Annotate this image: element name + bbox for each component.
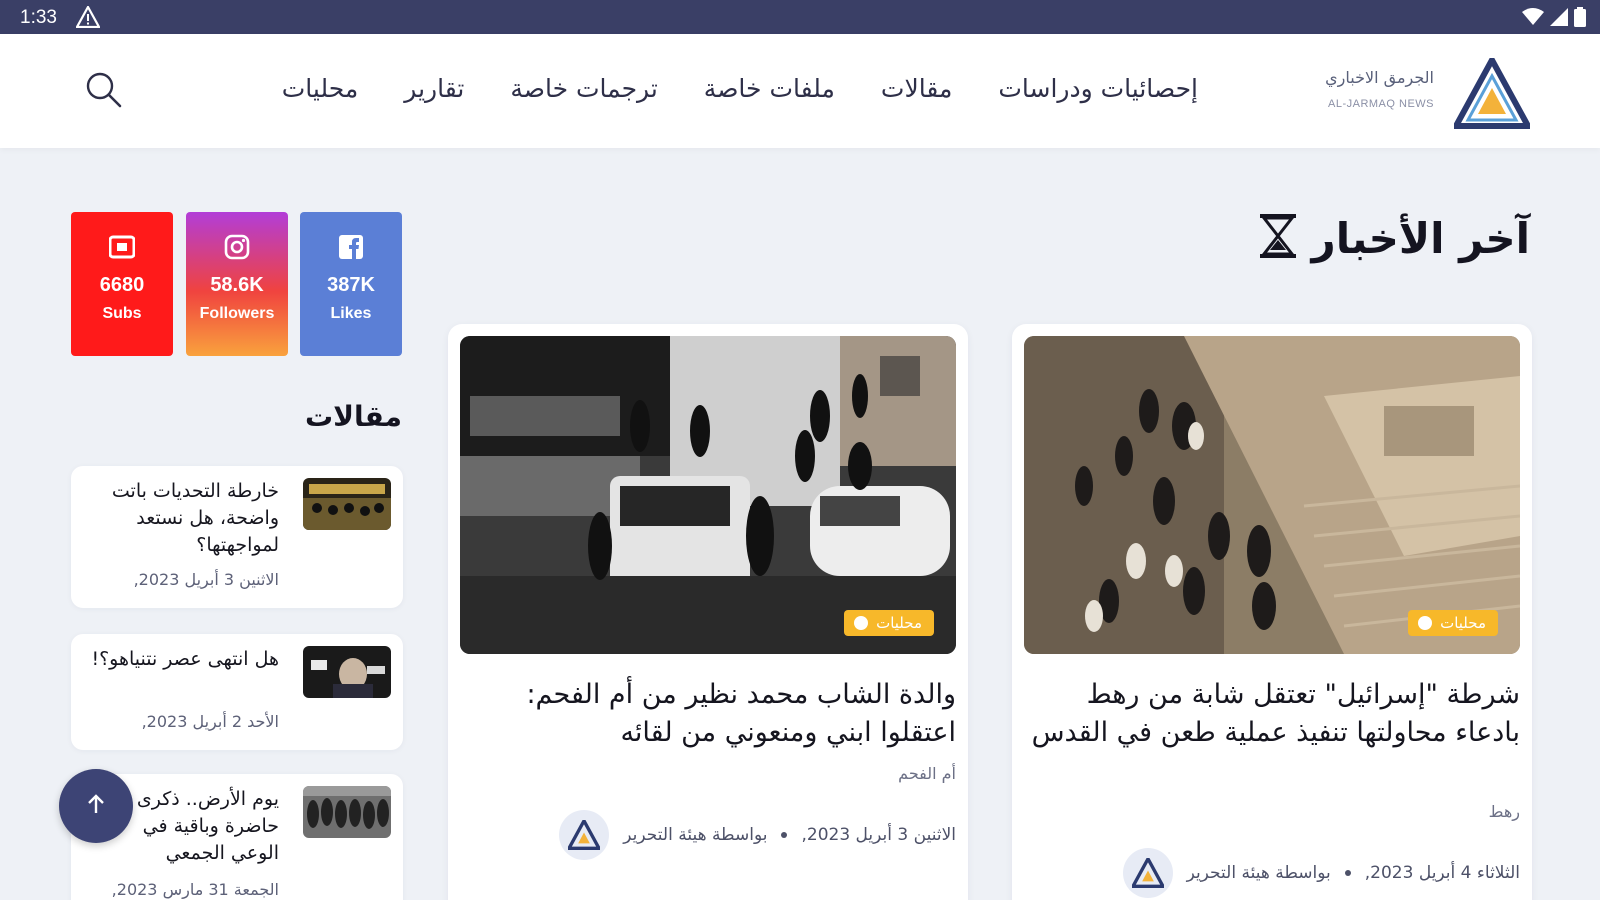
article-title[interactable]: شرطة "إسرائيل" تعتقل شابة من رهط بادعاء … bbox=[1024, 676, 1520, 752]
sidebar-article[interactable]: خارطة التحديات باتت واضحة، هل نستعد لموا… bbox=[71, 466, 403, 608]
search-icon[interactable] bbox=[84, 70, 124, 110]
hourglass-icon bbox=[1258, 212, 1298, 264]
nav-item-articles[interactable]: مقالات bbox=[881, 74, 952, 103]
instagram-count: 58.6K bbox=[210, 274, 264, 296]
article-image[interactable]: محليات bbox=[460, 336, 956, 654]
article-thumbnail[interactable] bbox=[303, 786, 391, 838]
battery-icon bbox=[1574, 7, 1586, 31]
status-bar: 1:33 bbox=[0, 0, 1600, 34]
wifi-icon bbox=[1522, 8, 1544, 30]
scroll-to-top-button[interactable] bbox=[59, 769, 133, 843]
instagram-counter[interactable]: 58.6K Followers bbox=[186, 212, 288, 356]
section-title: آخر الأخبار bbox=[1311, 213, 1530, 263]
sidebar-article-date: الجمعة 31 مارس 2023, bbox=[111, 880, 279, 899]
sidebar-title: مقالات bbox=[305, 400, 402, 433]
article-author[interactable]: بواسطة هيئة التحرير bbox=[623, 825, 767, 845]
article-location[interactable]: رهط bbox=[1489, 802, 1520, 821]
signal-icon bbox=[1550, 8, 1568, 30]
article-card[interactable]: محليات والدة الشاب محمد نظير من أم الفحم… bbox=[448, 324, 968, 900]
latest-news-heading: آخر الأخبار bbox=[1258, 212, 1530, 264]
article-thumbnail[interactable] bbox=[303, 646, 391, 698]
facebook-icon bbox=[338, 234, 364, 260]
facebook-counter[interactable]: 387K Likes bbox=[300, 212, 402, 356]
badge-dot-icon bbox=[1418, 616, 1433, 630]
sidebar-article-title[interactable]: هل انتهى عصر نتنياهو؟! bbox=[89, 646, 279, 673]
facebook-count: 387K bbox=[327, 274, 375, 296]
sidebar-article-date: الأحد 2 أبريل 2023, bbox=[141, 712, 279, 731]
article-location[interactable]: أم الفحم bbox=[898, 764, 956, 783]
article-date: الثلاثاء 4 أبريل 2023, bbox=[1364, 863, 1520, 883]
warning-icon bbox=[75, 4, 101, 32]
brand-name: الجرمق الاخباري bbox=[1325, 68, 1434, 87]
article-date: الاثنين 3 أبريل 2023, bbox=[801, 825, 956, 845]
author-avatar bbox=[1122, 848, 1173, 898]
article-author[interactable]: بواسطة هيئة التحرير bbox=[1187, 863, 1331, 883]
badge-dot-icon bbox=[854, 616, 869, 630]
separator-dot bbox=[781, 832, 788, 838]
author-avatar bbox=[559, 810, 610, 860]
article-meta: بواسطة هيئة التحرير الاثنين 3 أبريل 2023… bbox=[559, 810, 956, 860]
site-header: الجرمق الاخباري AL-JARMAQ NEWS محليات تق… bbox=[0, 34, 1600, 148]
article-thumbnail[interactable] bbox=[303, 478, 391, 530]
nav-item-reports[interactable]: تقارير bbox=[404, 74, 464, 103]
article-card[interactable]: محليات شرطة "إسرائيل" تعتقل شابة من رهط … bbox=[1012, 324, 1532, 900]
sidebar-article-date: الاثنين 3 أبريل 2023, bbox=[133, 570, 279, 589]
instagram-label: Followers bbox=[199, 305, 275, 322]
main-nav: محليات تقارير ترجمات خاصة ملفات خاصة مقا… bbox=[282, 74, 1198, 103]
category-badge[interactable]: محليات bbox=[1408, 610, 1498, 636]
arrow-up-icon bbox=[85, 793, 107, 819]
category-badge[interactable]: محليات bbox=[844, 610, 934, 636]
youtube-counter[interactable]: 6680 Subs bbox=[71, 212, 173, 356]
youtube-count: 6680 bbox=[99, 274, 145, 296]
site-logo[interactable] bbox=[1450, 53, 1534, 130]
sidebar-article[interactable]: هل انتهى عصر نتنياهو؟! الأحد 2 أبريل 202… bbox=[71, 634, 403, 750]
nav-item-local[interactable]: محليات bbox=[282, 74, 359, 103]
youtube-icon bbox=[108, 234, 136, 260]
nav-item-special-files[interactable]: ملفات خاصة bbox=[704, 74, 835, 103]
youtube-label: Subs bbox=[102, 305, 142, 322]
nav-item-statistics[interactable]: إحصائيات ودراسات bbox=[998, 74, 1198, 103]
article-image[interactable]: محليات bbox=[1024, 336, 1520, 654]
sidebar-article-title[interactable]: خارطة التحديات باتت واضحة، هل نستعد لموا… bbox=[89, 478, 279, 559]
facebook-label: Likes bbox=[330, 305, 372, 322]
instagram-icon bbox=[224, 234, 250, 260]
status-time: 1:33 bbox=[20, 7, 57, 28]
article-title[interactable]: والدة الشاب محمد نظير من أم الفحم: اعتقل… bbox=[460, 676, 956, 752]
nav-item-translations[interactable]: ترجمات خاصة bbox=[510, 74, 657, 103]
separator-dot bbox=[1344, 870, 1351, 876]
article-meta: بواسطة هيئة التحرير الثلاثاء 4 أبريل 202… bbox=[1122, 848, 1520, 898]
brand-name-en: AL-JARMAQ NEWS bbox=[1327, 98, 1434, 110]
